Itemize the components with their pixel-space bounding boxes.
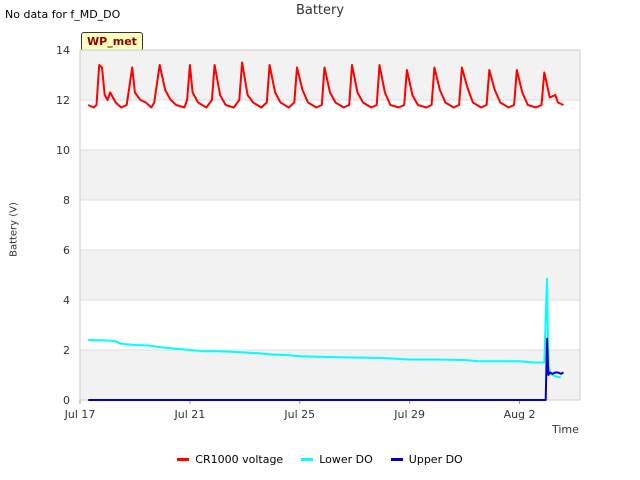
x-tick-label: Jul 29 [393,408,425,421]
series-lines [87,61,564,401]
y-tick-labels: 0 2 4 6 8 10 12 14 [56,44,70,407]
legend-item-cr1000: CR1000 voltage [177,453,283,466]
plot-band [80,150,580,200]
y-tick-label: 8 [63,194,70,207]
y-tick-label: 0 [63,394,70,407]
y-tick-label: 2 [63,344,70,357]
y-tick-label: 12 [56,94,70,107]
y-tick-label: 10 [56,144,70,157]
x-tick-labels: Jul 17 Jul 21 Jul 25 Jul 29 Aug 2 [64,408,536,421]
legend: CR1000 voltage Lower DO Upper DO [0,453,640,466]
x-tick-label: Jul 21 [174,408,206,421]
battery-chart: 0 2 4 6 8 10 12 14 Jul 17 Jul 21 Jul 25 Jul 29 Aug … [56,44,581,421]
y-tick-label: 4 [63,294,70,307]
legend-label-lower-do: Lower DO [319,453,373,466]
x-tick-label: Aug 2 [504,408,536,421]
x-tick-label: Jul 25 [283,408,315,421]
legend-item-lower-do: Lower DO [301,453,373,466]
legend-swatch-cr1000 [177,458,190,461]
plot-band [80,250,580,300]
legend-swatch-upper-do [390,458,403,461]
legend-label-cr1000: CR1000 voltage [195,453,284,466]
y-tick-label: 14 [56,44,70,57]
y-tick-label: 6 [63,244,70,257]
x-tick-label: Jul 17 [64,408,96,421]
legend-label-upper-do: Upper DO [408,453,463,466]
legend-swatch-lower-do [301,458,314,461]
legend-item-upper-do: Upper DO [390,453,463,466]
